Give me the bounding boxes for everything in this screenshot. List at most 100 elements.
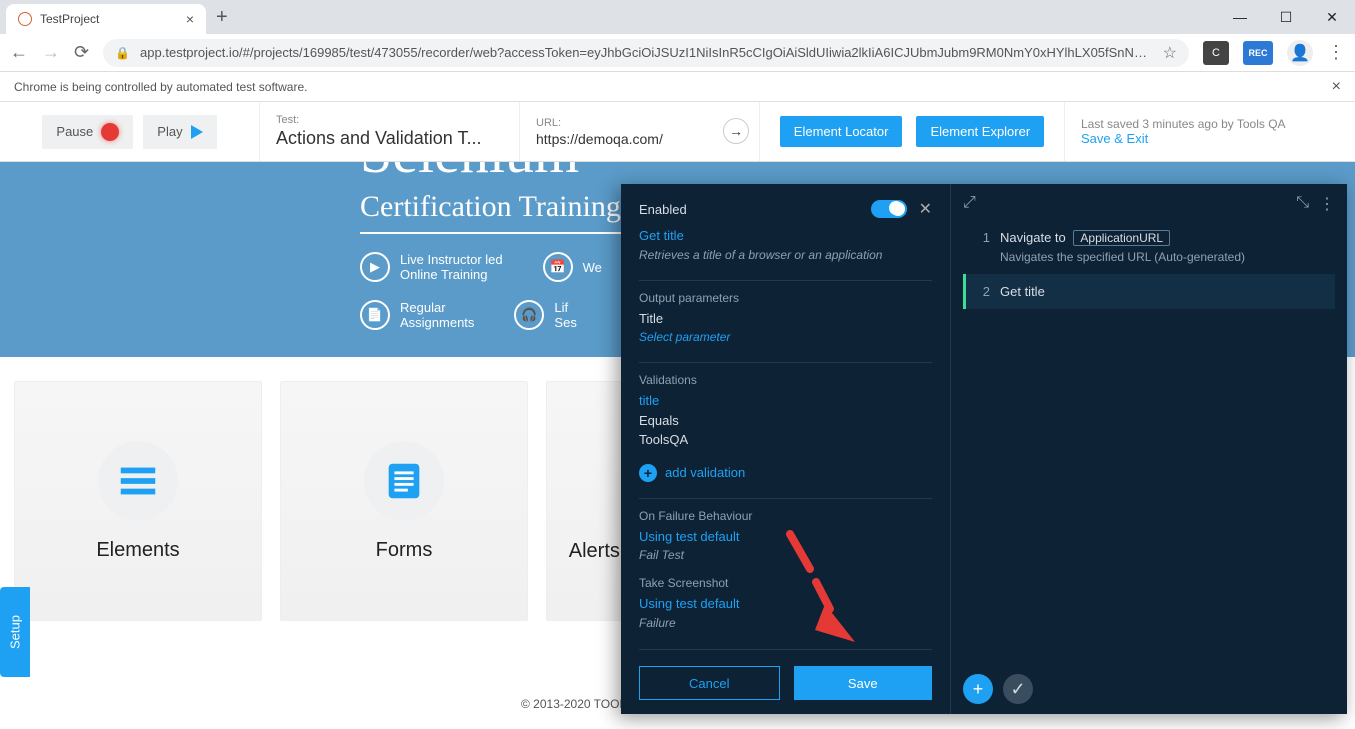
card-elements[interactable]: Elements — [14, 381, 262, 621]
collapse-icon[interactable]: ⤡ — [1296, 194, 1309, 214]
enabled-label: Enabled — [639, 202, 687, 217]
infobar-close-icon[interactable]: × — [1332, 78, 1341, 96]
step-body: Get title — [1000, 284, 1325, 299]
cancel-button[interactable]: Cancel — [639, 666, 780, 700]
window-controls: — ☐ ✕ — [1217, 0, 1355, 34]
step-action: Get title — [1000, 284, 1045, 299]
validate-step-button[interactable]: ✓ — [1003, 674, 1033, 704]
panel-close-icon[interactable]: ✕ — [919, 199, 932, 219]
expand-icon[interactable]: ⤢ — [963, 194, 976, 214]
action-name[interactable]: Get title — [639, 226, 932, 246]
steps-menu-icon[interactable]: ⋮ — [1319, 194, 1335, 214]
titlebar: TestProject × + — ☐ ✕ — [0, 0, 1355, 34]
card-forms[interactable]: Forms — [280, 381, 528, 621]
play-label: Play — [157, 124, 182, 139]
enabled-row: Enabled ✓ ✕ — [639, 196, 932, 222]
reload-button[interactable]: ⟳ — [74, 42, 89, 63]
validation-field: title — [639, 391, 932, 411]
plus-icon: + — [639, 464, 657, 482]
step-description: Navigates the specified URL (Auto-genera… — [1000, 250, 1325, 264]
step-fab-row: + ✓ — [963, 674, 1033, 704]
element-locator-button[interactable]: Element Locator — [780, 116, 903, 147]
tab-title: TestProject — [40, 12, 178, 26]
hero-item: 🎧 LifSes — [514, 300, 576, 330]
pause-button[interactable]: Pause — [42, 115, 133, 149]
step-2[interactable]: 2 Get title — [963, 274, 1335, 309]
url-cell: URL: https://demoqa.com/ → — [520, 102, 760, 161]
play-circle-icon: ▶ — [360, 252, 390, 282]
output-params-header: Output parameters — [639, 280, 932, 305]
step-1[interactable]: 1 Navigate to ApplicationURL Navigates t… — [963, 220, 1335, 274]
new-tab-button[interactable]: + — [216, 6, 228, 29]
play-icon — [191, 125, 203, 139]
navigate-button[interactable]: → — [723, 118, 749, 144]
save-exit-link[interactable]: Save & Exit — [1081, 131, 1339, 146]
setup-side-tab[interactable]: Setup — [0, 587, 30, 677]
card-label: Elements — [96, 539, 179, 562]
steps-toolbar: ⤢ ⤡ ⋮ — [963, 194, 1335, 214]
test-name: Actions and Validation T... — [276, 128, 503, 149]
rec-extension-button[interactable]: REC — [1243, 41, 1273, 65]
browser-tab[interactable]: TestProject × — [6, 4, 206, 34]
hero-item: 📅 We — [543, 252, 602, 282]
output-param-row: Title Select parameter — [639, 309, 932, 347]
add-step-button[interactable]: + — [963, 674, 993, 704]
recorder-panel: Enabled ✓ ✕ Get title Retrieves a title … — [621, 184, 1347, 714]
validation-row[interactable]: title Equals ToolsQA — [639, 391, 932, 450]
calendar-icon: 📅 — [543, 252, 573, 282]
maximize-button[interactable]: ☐ — [1263, 0, 1309, 34]
profile-button[interactable]: 👤 — [1287, 40, 1313, 66]
enabled-toggle[interactable]: ✓ — [871, 200, 907, 218]
save-button[interactable]: Save — [794, 666, 933, 700]
tab-close-icon[interactable]: × — [186, 11, 194, 27]
validation-value: ToolsQA — [639, 430, 932, 450]
card-label: Forms — [376, 539, 433, 562]
action-row: Get title Retrieves a title of a browser… — [639, 226, 932, 264]
forward-button[interactable]: → — [42, 42, 60, 63]
last-saved-text: Last saved 3 minutes ago by Tools QA — [1081, 117, 1339, 131]
record-indicator-icon — [101, 123, 119, 141]
record-controls: Pause Play — [0, 102, 260, 161]
testproject-toolbar: Pause Play Test: Actions and Validation … — [0, 102, 1355, 162]
tab-favicon — [18, 12, 32, 26]
locator-cell: Element Locator Element Explorer — [760, 102, 1065, 161]
address-bar: ← → ⟳ 🔒 app.testproject.io/#/projects/16… — [0, 34, 1355, 72]
step-param: ApplicationURL — [1073, 230, 1170, 246]
menu-button[interactable]: ⋮ — [1327, 42, 1345, 63]
lock-icon: 🔒 — [115, 46, 130, 60]
add-validation-button[interactable]: + add validation — [639, 464, 932, 482]
headphones-icon: 🎧 — [514, 300, 544, 330]
url-value: https://demoqa.com/ — [536, 131, 743, 147]
step-number: 2 — [976, 284, 990, 299]
hero-subtitle: Certification Training — [360, 190, 621, 234]
panel-buttons: Cancel Save — [639, 649, 932, 700]
url-field[interactable]: 🔒 app.testproject.io/#/projects/169985/t… — [103, 39, 1189, 67]
url-text: app.testproject.io/#/projects/169985/tes… — [140, 45, 1153, 60]
hero-title: Selenium — [360, 162, 1355, 182]
close-window-button[interactable]: ✕ — [1309, 0, 1355, 34]
step-number: 1 — [976, 230, 990, 264]
test-cell: Test: Actions and Validation T... — [260, 102, 520, 161]
failure-header: On Failure Behaviour — [639, 498, 932, 523]
bookmark-icon[interactable]: ☆ — [1163, 43, 1177, 63]
play-button[interactable]: Play — [143, 115, 216, 149]
step-body: Navigate to ApplicationURL Navigates the… — [1000, 230, 1325, 264]
url-label: URL: — [536, 117, 743, 129]
action-description: Retrieves a title of a browser or an app… — [639, 246, 932, 264]
output-param-select[interactable]: Select parameter — [639, 328, 932, 346]
steps-pane: ⤢ ⤡ ⋮ 1 Navigate to ApplicationURL Navig… — [951, 184, 1347, 714]
output-param-label: Title — [639, 309, 932, 329]
pause-label: Pause — [56, 124, 93, 139]
validations-header: Validations — [639, 362, 932, 387]
hero-item: 📄 RegularAssignments — [360, 300, 474, 330]
automation-infobar: Chrome is being controlled by automated … — [0, 72, 1355, 102]
extension-button[interactable]: C — [1203, 41, 1229, 65]
minimize-button[interactable]: — — [1217, 0, 1263, 34]
element-explorer-button[interactable]: Element Explorer — [916, 116, 1044, 147]
save-cell: Last saved 3 minutes ago by Tools QA Sav… — [1065, 102, 1355, 161]
back-button[interactable]: ← — [10, 42, 28, 63]
infobar-text: Chrome is being controlled by automated … — [14, 80, 307, 94]
elements-icon — [98, 441, 178, 521]
step-action: Navigate to — [1000, 230, 1066, 245]
forms-icon — [364, 441, 444, 521]
